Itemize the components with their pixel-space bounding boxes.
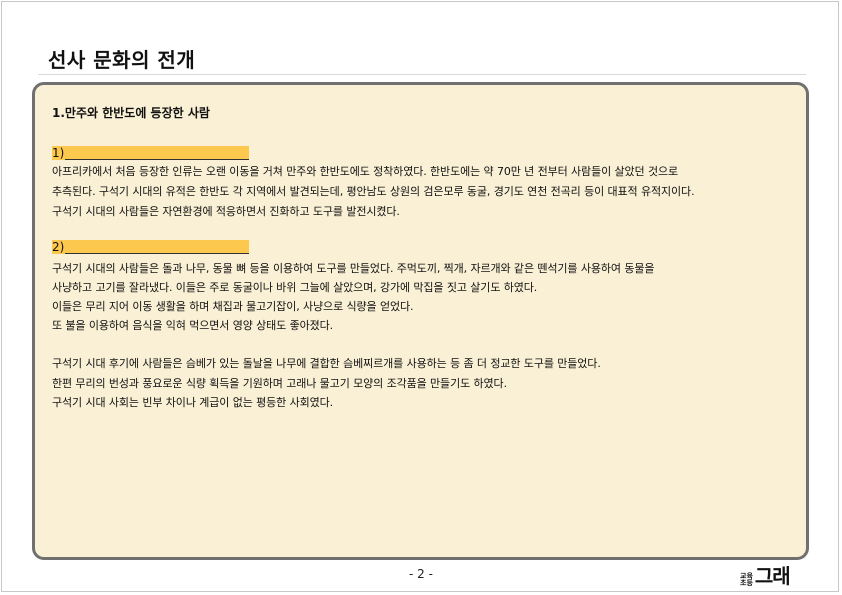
title-divider [38, 74, 806, 75]
paragraph2-line-2: 사냥하고 고기를 잘라냈다. 이들은 주로 동굴이나 바위 그늘에 살았으며, … [52, 281, 538, 294]
logo-small-text: 교육 초등 [740, 573, 753, 587]
page-number: - 2 - [409, 567, 433, 581]
blank-1-answer-line [65, 146, 250, 160]
page-title: 선사 문화의 전개 [48, 48, 196, 72]
blank-1-label: 1) [52, 146, 66, 160]
paragraph1-line-2: 추측된다. 구석기 시대의 유적은 한반도 각 지역에서 발견되는데, 평안남도… [52, 185, 695, 198]
paragraph3-line-3: 구석기 시대 사회는 빈부 차이나 계급이 없는 평등한 사회였다. [52, 396, 334, 409]
logo-big-text: 그래 [754, 564, 791, 588]
fill-in-blank-1: 1) [52, 146, 250, 160]
fill-in-blank-2: 2) [52, 240, 250, 254]
blank-2-answer-line [65, 240, 250, 254]
logo-small-bottom: 초등 [740, 579, 753, 587]
paragraph1-line-1: 아프리카에서 처음 등장한 인류는 오랜 이동을 거쳐 만주와 한반도에도 정착… [52, 165, 679, 178]
paragraph2-line-1: 구석기 시대의 사람들은 돌과 나무, 동물 뼈 등을 이용하여 도구를 만들었… [52, 262, 655, 275]
paragraph2-line-3: 이들은 무리 지어 이동 생활을 하며 채집과 물고기잡이, 사냥으로 식량을 … [52, 300, 414, 313]
paragraph3-line-2: 한편 무리의 번성과 풍요로운 식량 획득을 기원하며 고래나 물고기 모양의 … [52, 377, 507, 390]
paragraph1-line-3: 구석기 시대의 사람들은 자연환경에 적응하면서 진화하고 도구를 발전시켰다. [52, 205, 400, 218]
section-heading: 1.만주와 한반도에 등장한 사람 [52, 106, 210, 120]
publisher-logo: 교육 초등 그래 [740, 563, 791, 588]
paragraph2-line-4: 또 불을 이용하여 음식을 익혀 먹으면서 영양 상태도 좋아졌다. [52, 319, 334, 332]
paragraph3-line-1: 구석기 시대 후기에 사람들은 슴베가 있는 돌날을 나무에 결합한 슴베찌르개… [52, 357, 601, 370]
blank-2-label: 2) [52, 240, 66, 254]
